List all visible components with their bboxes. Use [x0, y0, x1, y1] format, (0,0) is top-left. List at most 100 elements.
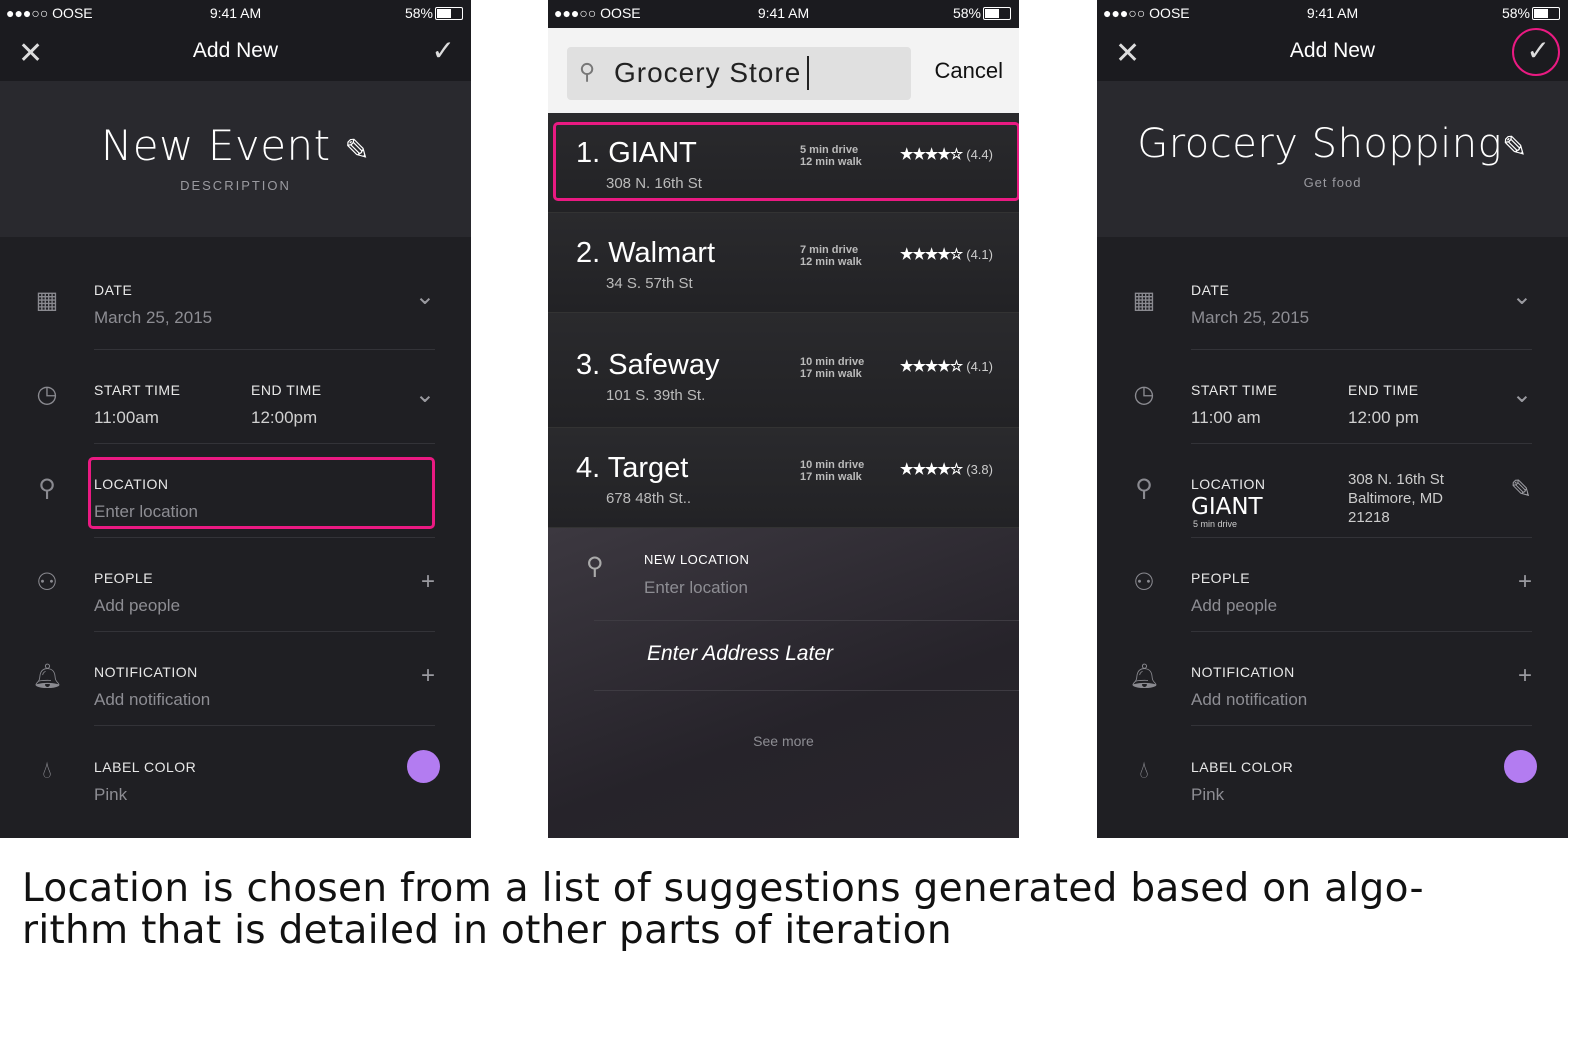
- people-label: PEOPLE: [94, 570, 154, 586]
- people-row[interactable]: ⚇ PEOPLE Add people +: [1097, 538, 1568, 632]
- notification-row[interactable]: 🔔︎ NOTIFICATION Add notification +: [0, 632, 471, 726]
- date-row[interactable]: ▦ DATE March 25, 2015 ⌄: [1097, 256, 1568, 350]
- clock: 9:41 AM: [757, 5, 810, 21]
- event-title[interactable]: New Event ✎: [0, 121, 471, 170]
- map-pin-icon: ⚲: [586, 553, 604, 580]
- new-location-input[interactable]: Enter location: [644, 578, 748, 598]
- pencil-icon[interactable]: ✎: [1502, 130, 1528, 165]
- search-result[interactable]: 3. Safeway 101 S. 39th St. 10 min drive 1…: [548, 313, 1019, 428]
- start-time-value[interactable]: 11:00am: [94, 408, 159, 428]
- result-travel-time: 10 min drive 17 min walk: [800, 459, 865, 483]
- label-color-row[interactable]: 💧︎ LABEL COLOR Pink: [1097, 727, 1568, 821]
- grocery-event-screen: ●●●○○ OOSE 9:41 AM 58% ✕ Add New ✓ Grocery S…: [1097, 0, 1568, 838]
- stars-icon: ★★★★☆: [900, 358, 963, 375]
- checkmark-highlight: [1512, 28, 1560, 76]
- search-query[interactable]: Grocery Store: [614, 57, 801, 89]
- battery-percent: 58%: [404, 5, 433, 21]
- notification-input[interactable]: Add notification: [1191, 690, 1307, 710]
- event-title[interactable]: Grocery Shopping✎: [1097, 121, 1568, 167]
- event-header: Grocery Shopping✎ Get food: [1097, 81, 1568, 237]
- add-person-icon: ⚇: [36, 569, 58, 596]
- location-label: LOCATION: [1191, 476, 1266, 492]
- date-value: March 25, 2015: [94, 308, 213, 327]
- people-row[interactable]: ⚇ PEOPLE Add people +: [0, 538, 471, 632]
- chevron-down-icon[interactable]: ⌄: [415, 380, 435, 409]
- caption: Location is chosen from a list of sugges…: [22, 866, 1424, 953]
- chevron-down-icon[interactable]: ⌄: [1512, 282, 1532, 311]
- calendar-icon: ▦: [35, 287, 59, 314]
- end-time-value[interactable]: 12:00pm: [251, 408, 317, 428]
- search-input[interactable]: ⚲ Grocery Store: [567, 47, 911, 100]
- notification-row[interactable]: 🔔︎ NOTIFICATION Add notification +: [1097, 632, 1568, 726]
- start-time-label: START TIME: [1191, 382, 1278, 398]
- chevron-down-icon[interactable]: ⌄: [1512, 380, 1532, 409]
- color-swatch[interactable]: [407, 750, 440, 783]
- search-icon: ⚲: [579, 59, 596, 84]
- plus-icon[interactable]: +: [1518, 568, 1532, 596]
- nav-bar: ✕ Add New ✓: [0, 28, 471, 81]
- map-pin-icon: ⚲: [38, 475, 56, 502]
- status-bar: ●●●○○ OOSE 9:41 AM 58%: [1097, 0, 1568, 28]
- event-header: New Event ✎ DESCRIPTION: [0, 81, 471, 237]
- location-row[interactable]: ⚲ LOCATION GIANT 5 min drive 308 N. 16th …: [1097, 444, 1568, 538]
- result-address: 678 48th St..: [606, 490, 692, 507]
- battery-icon: [1532, 7, 1560, 20]
- location-search-screen: ●●●○○ OOSE 9:41 AM 58% ⚲ Grocery Store Canc…: [548, 0, 1019, 838]
- battery-icon: [435, 7, 463, 20]
- clock-icon: ◷: [1133, 381, 1155, 408]
- end-time-label: END TIME: [1348, 382, 1419, 398]
- star-rating: ★★★★☆ (3.8): [900, 461, 993, 478]
- checkmark-icon[interactable]: ✓: [432, 34, 455, 67]
- time-row[interactable]: ◷ START TIME 11:00 am END TIME 12:00 pm ⌄: [1097, 350, 1568, 444]
- start-time-label: START TIME: [94, 382, 181, 398]
- status-bar: ●●●○○ OOSE 9:41 AM 58%: [548, 0, 1019, 28]
- label-color-row[interactable]: 💧︎ LABEL COLOR Pink: [0, 727, 471, 821]
- label-color-value: Pink: [1191, 785, 1225, 804]
- chevron-down-icon[interactable]: ⌄: [415, 282, 435, 311]
- new-location-label: NEW LOCATION: [644, 552, 750, 567]
- result-name: 4. Target: [576, 452, 689, 484]
- search-result[interactable]: 4. Target 678 48th St.. 10 min drive 17 m…: [548, 428, 1019, 528]
- clock: 9:41 AM: [209, 5, 262, 21]
- pencil-icon[interactable]: ✎: [1510, 474, 1532, 505]
- people-input[interactable]: Add people: [1191, 596, 1277, 616]
- label-color-label: LABEL COLOR: [94, 759, 197, 775]
- plus-icon[interactable]: +: [1518, 662, 1532, 690]
- start-time-value[interactable]: 11:00 am: [1191, 408, 1261, 428]
- droplet-icon: 💧︎: [1139, 757, 1149, 784]
- result-name: 2. Walmart: [576, 237, 716, 269]
- star-rating: ★★★★☆ (4.1): [900, 358, 993, 375]
- nav-title: Add New: [192, 39, 279, 62]
- plus-icon[interactable]: +: [421, 662, 435, 690]
- notification-label: NOTIFICATION: [94, 664, 198, 680]
- nav-bar: ✕ Add New ✓: [1097, 28, 1568, 81]
- nav-title: Add New: [1289, 39, 1376, 62]
- event-description[interactable]: Get food: [1097, 175, 1568, 190]
- location-highlight: [88, 457, 435, 529]
- map-pin-icon: ⚲: [1135, 475, 1153, 502]
- location-name: GIANT: [1191, 494, 1263, 520]
- see-more-link[interactable]: See more: [548, 733, 1019, 749]
- search-result[interactable]: 2. Walmart 34 S. 57th St 7 min drive 12 m…: [548, 213, 1019, 313]
- end-time-label: END TIME: [251, 382, 322, 398]
- stars-icon: ★★★★☆: [900, 461, 963, 478]
- bell-icon: 🔔︎: [32, 663, 63, 690]
- end-time-value[interactable]: 12:00 pm: [1348, 408, 1419, 428]
- event-description[interactable]: DESCRIPTION: [0, 178, 471, 193]
- battery-percent: 58%: [952, 5, 981, 21]
- date-label: DATE: [1191, 282, 1230, 298]
- date-row[interactable]: ▦ DATE March 25, 2015 ⌄: [0, 256, 471, 350]
- battery-icon: [983, 7, 1011, 20]
- stars-icon: ★★★★☆: [900, 246, 963, 263]
- plus-icon[interactable]: +: [421, 568, 435, 596]
- color-swatch[interactable]: [1504, 750, 1537, 783]
- calendar-icon: ▦: [1132, 287, 1156, 314]
- pencil-icon[interactable]: ✎: [345, 133, 371, 168]
- people-input[interactable]: Add people: [94, 596, 180, 616]
- notification-input[interactable]: Add notification: [94, 690, 210, 710]
- time-row[interactable]: ◷ START TIME 11:00am END TIME 12:00pm ⌄: [0, 350, 471, 444]
- people-label: PEOPLE: [1191, 570, 1251, 586]
- result-address: 34 S. 57th St: [606, 275, 693, 292]
- enter-address-later-button[interactable]: Enter Address Later: [647, 642, 833, 666]
- cancel-button[interactable]: Cancel: [935, 58, 1003, 84]
